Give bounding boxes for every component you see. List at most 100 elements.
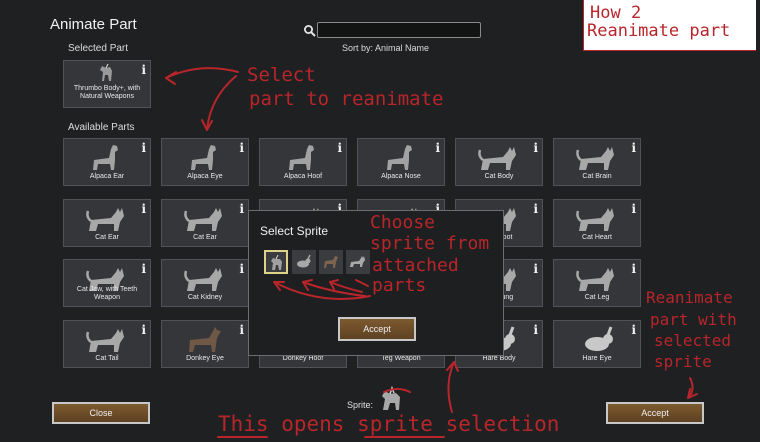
cat-icon bbox=[576, 208, 614, 231]
info-icon[interactable]: i bbox=[141, 63, 146, 77]
cat-icon bbox=[86, 329, 124, 352]
info-icon[interactable]: i bbox=[239, 202, 244, 216]
part-card[interactable]: i Cat Ear bbox=[63, 199, 151, 247]
annotation-reanimate-part: Reanimate part bbox=[587, 21, 731, 41]
alpaca-icon bbox=[387, 145, 412, 170]
selected-part-name: Thrumbo Body+, with Natural Weapons bbox=[73, 85, 141, 100]
sprite-label: Sprite: bbox=[347, 400, 374, 410]
annotation-parts: parts bbox=[372, 275, 427, 296]
part-card[interactable]: i Cat Brain bbox=[553, 138, 641, 186]
annotation-reanimate: Reanimate bbox=[646, 288, 733, 307]
arrow-to-available-parts bbox=[206, 75, 237, 131]
info-icon[interactable]: i bbox=[239, 141, 244, 155]
available-parts-label: Available Parts bbox=[68, 122, 135, 133]
thrumbo-icon bbox=[100, 63, 112, 81]
alpaca-icon bbox=[191, 145, 216, 170]
info-icon[interactable]: i bbox=[533, 202, 538, 216]
part-card[interactable]: i Hare Eye bbox=[553, 320, 641, 368]
arrow-to-accept bbox=[687, 377, 694, 399]
accept-button[interactable]: Accept bbox=[606, 402, 704, 424]
part-name: Donkey Eye bbox=[186, 355, 224, 362]
info-icon[interactable]: i bbox=[141, 141, 146, 155]
cat-icon bbox=[478, 147, 516, 170]
info-icon[interactable]: i bbox=[533, 141, 538, 155]
dialog-title: Select Sprite bbox=[260, 224, 329, 238]
arrow-to-sprite-preview bbox=[447, 361, 455, 413]
cat-icon bbox=[576, 147, 614, 170]
part-name: Hare Body bbox=[482, 355, 516, 362]
part-name: Alpaca Ear bbox=[89, 173, 125, 180]
annotation-choose: Choose bbox=[370, 212, 436, 233]
part-name: Alpaca Nose bbox=[381, 173, 421, 180]
info-icon[interactable]: i bbox=[239, 262, 244, 276]
part-name: Cat Kidney bbox=[187, 294, 223, 301]
sprite-option-cat[interactable] bbox=[346, 250, 370, 274]
cat-icon bbox=[184, 268, 222, 291]
alpaca-icon bbox=[289, 145, 314, 170]
part-card[interactable]: i Cat Leg bbox=[553, 259, 641, 307]
part-card[interactable]: i Donkey Eye bbox=[161, 320, 249, 368]
part-name: Donkey Hoof bbox=[282, 355, 324, 362]
sprite-option-hare[interactable] bbox=[292, 250, 316, 274]
part-card[interactable]: i Alpaca Hoof bbox=[259, 138, 347, 186]
selected-part-card[interactable]: i Thrumbo Body+, with Natural Weapons bbox=[63, 60, 151, 108]
part-name: Cat Ear bbox=[95, 234, 119, 241]
info-icon[interactable]: i bbox=[239, 323, 244, 337]
info-icon[interactable]: i bbox=[631, 141, 636, 155]
cat-icon bbox=[350, 256, 365, 267]
info-icon[interactable]: i bbox=[141, 323, 146, 337]
info-icon[interactable]: i bbox=[533, 262, 538, 276]
part-name: Cat Body bbox=[484, 173, 514, 180]
part-card[interactable]: i Cat Tail bbox=[63, 320, 151, 368]
donkey-icon bbox=[324, 256, 338, 268]
dialog-accept-button[interactable]: Accept bbox=[338, 317, 416, 341]
part-card[interactable]: i Cat Heart bbox=[553, 199, 641, 247]
annotation-sprite-from: sprite from bbox=[370, 233, 490, 254]
part-card[interactable]: i Alpaca Nose bbox=[357, 138, 445, 186]
info-icon[interactable]: i bbox=[141, 262, 146, 276]
info-icon[interactable]: i bbox=[533, 323, 538, 337]
annotation-how2: How 2 bbox=[590, 3, 642, 23]
part-name: Cat Heart bbox=[582, 234, 612, 241]
info-icon[interactable]: i bbox=[631, 202, 636, 216]
search-input[interactable] bbox=[317, 22, 481, 38]
sprite-option-thrumbo[interactable] bbox=[264, 250, 288, 274]
info-icon[interactable]: i bbox=[435, 141, 440, 155]
annotation-part-to-reanimate: part to reanimate bbox=[249, 88, 444, 110]
selected-part-label: Selected Part bbox=[68, 43, 129, 54]
sprite-option-donkey[interactable] bbox=[319, 250, 343, 274]
annotation-attached: attached bbox=[372, 255, 459, 276]
window-title: Animate Part bbox=[50, 16, 137, 33]
part-name: Cat Ear bbox=[193, 234, 217, 241]
part-card[interactable]: i Cat Jaw, with Teeth Weapon bbox=[63, 259, 151, 307]
part-card[interactable]: i Alpaca Ear bbox=[63, 138, 151, 186]
part-name: Hare Eye bbox=[582, 355, 612, 362]
part-card[interactable]: i Cat Ear bbox=[161, 199, 249, 247]
part-name: Cat Tail bbox=[95, 355, 119, 362]
cat-icon bbox=[86, 208, 124, 231]
part-card[interactable]: i Cat Body bbox=[455, 138, 543, 186]
hare-icon bbox=[297, 254, 311, 268]
part-card[interactable]: i Cat Kidney bbox=[161, 259, 249, 307]
part-name: Cat Brain bbox=[582, 173, 612, 180]
part-name: Alpaca Hoof bbox=[283, 173, 323, 180]
part-name: Teg Weapon bbox=[381, 355, 421, 362]
annotation-selected: selected bbox=[654, 331, 732, 350]
annotation-sprite: sprite bbox=[654, 352, 712, 371]
part-name: Cat Leg bbox=[584, 294, 610, 301]
info-icon[interactable]: i bbox=[631, 323, 636, 337]
part-card[interactable]: i Alpaca Eye bbox=[161, 138, 249, 186]
annotation-part-with: part with bbox=[650, 310, 737, 329]
sprite-preview-button[interactable] bbox=[377, 385, 409, 413]
thrumbo-icon bbox=[271, 255, 282, 270]
info-icon[interactable]: i bbox=[337, 141, 342, 155]
info-icon[interactable]: i bbox=[631, 262, 636, 276]
info-icon[interactable]: i bbox=[141, 202, 146, 216]
sort-by-label[interactable]: Sort by: Animal Name bbox=[342, 43, 429, 53]
arrow-to-selected-part bbox=[165, 67, 239, 79]
donkey-icon bbox=[189, 327, 221, 352]
search-icon bbox=[304, 25, 316, 37]
cat-icon bbox=[184, 208, 222, 231]
part-name: Alpaca Eye bbox=[187, 173, 223, 180]
close-button[interactable]: Close bbox=[52, 402, 150, 424]
